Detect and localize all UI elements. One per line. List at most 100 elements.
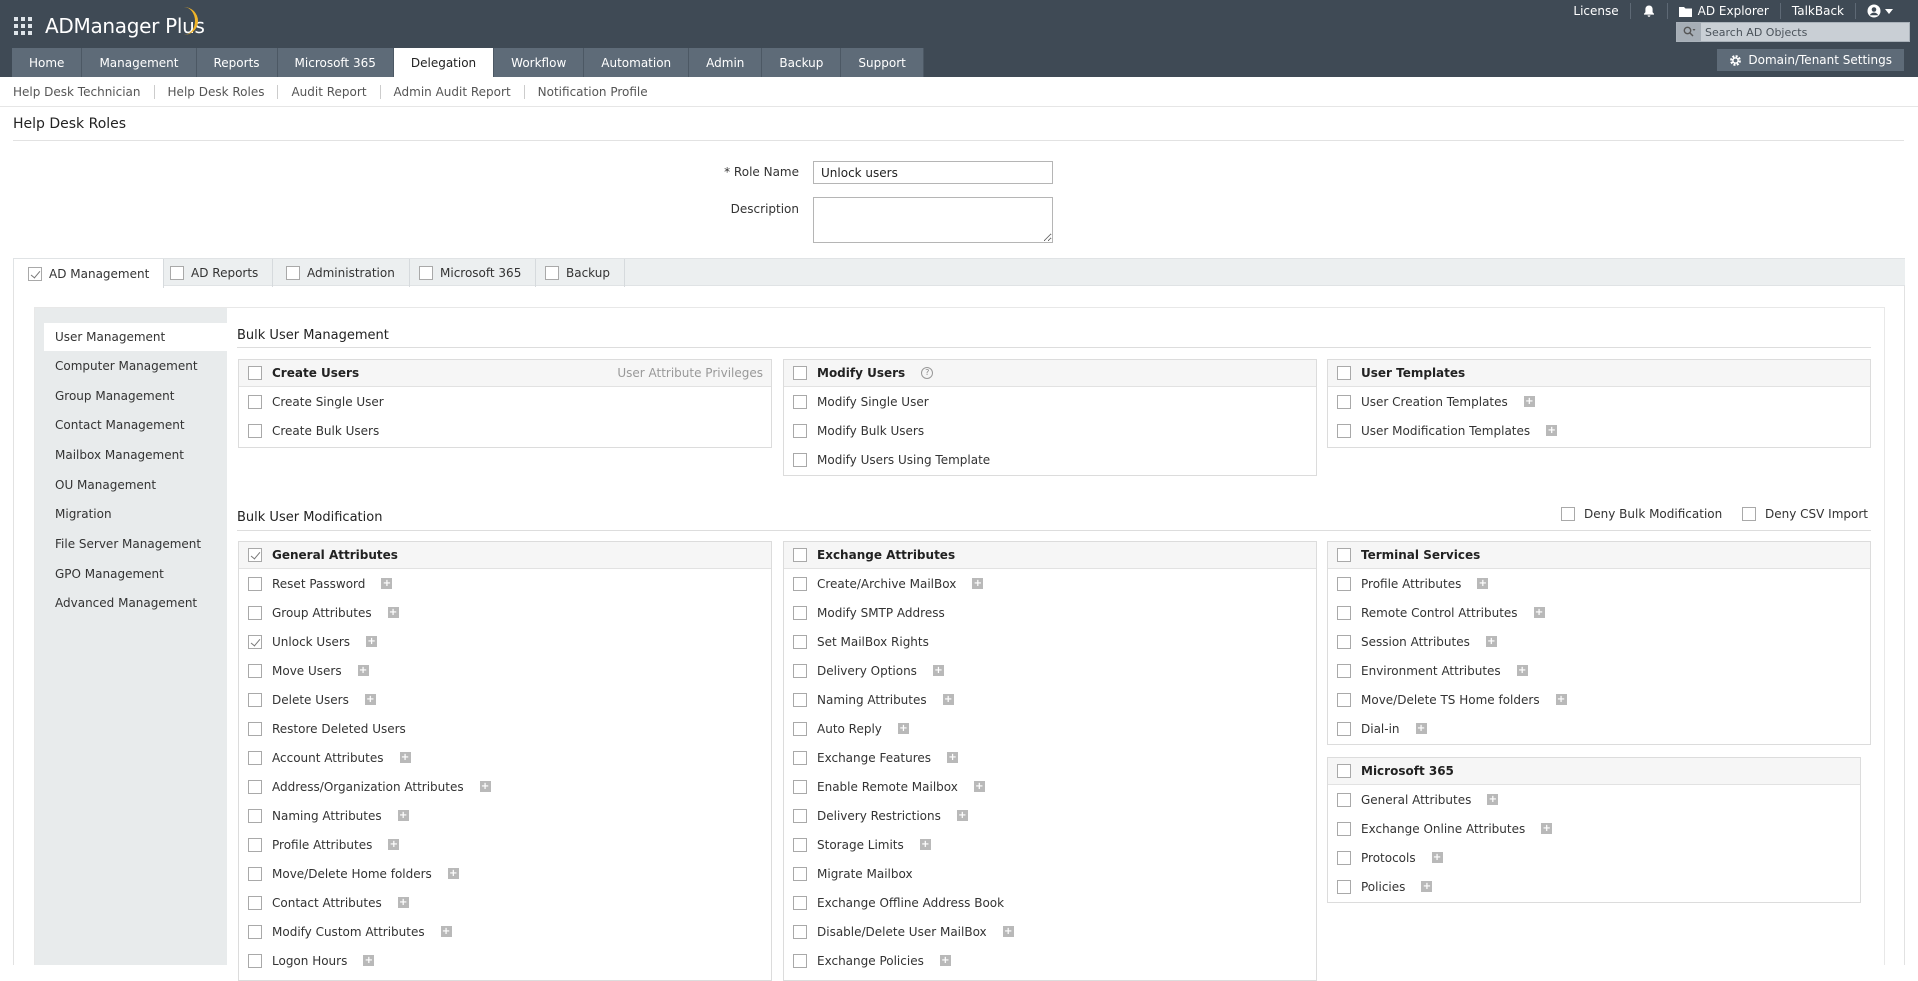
expand-plus-icon[interactable]: + xyxy=(1487,794,1499,805)
expand-plus-icon[interactable]: + xyxy=(973,781,985,792)
nav-tab-microsoft-365[interactable]: Microsoft 365 xyxy=(277,48,394,77)
expand-plus-icon[interactable]: + xyxy=(381,578,393,589)
checkbox[interactable] xyxy=(248,721,262,736)
checkbox[interactable] xyxy=(793,394,807,409)
checkbox[interactable] xyxy=(1337,721,1351,736)
deny-bulk-checkbox[interactable] xyxy=(1561,507,1575,521)
checkbox[interactable] xyxy=(1337,821,1351,836)
nav-tab-management[interactable]: Management xyxy=(82,48,197,77)
ad-management-checkbox[interactable] xyxy=(28,266,42,281)
expand-plus-icon[interactable]: + xyxy=(364,694,376,705)
expand-plus-icon[interactable]: + xyxy=(1533,607,1545,618)
deny-csv-import[interactable]: Deny CSV Import xyxy=(1742,507,1868,521)
expand-plus-icon[interactable]: + xyxy=(956,810,968,821)
checkbox[interactable] xyxy=(793,692,807,707)
user-attribute-privileges-link[interactable]: User Attribute Privileges xyxy=(617,366,763,380)
expand-plus-icon[interactable]: + xyxy=(1431,852,1443,863)
menu-gpo-management[interactable]: GPO Management xyxy=(35,559,227,589)
nav-tab-delegation[interactable]: Delegation xyxy=(393,48,495,77)
nav-tab-support[interactable]: Support xyxy=(841,48,924,77)
menu-mailbox-management[interactable]: Mailbox Management xyxy=(35,440,227,470)
expand-plus-icon[interactable]: + xyxy=(897,723,909,734)
expand-plus-icon[interactable]: + xyxy=(947,752,959,763)
checkbox[interactable] xyxy=(248,779,262,794)
menu-computer-management[interactable]: Computer Management xyxy=(35,351,227,381)
user-templates-checkbox[interactable] xyxy=(1337,366,1351,380)
expand-plus-icon[interactable]: + xyxy=(397,897,409,908)
license-link[interactable]: License xyxy=(1562,3,1629,19)
checkbox[interactable] xyxy=(1337,663,1351,678)
expand-plus-icon[interactable]: + xyxy=(399,752,411,763)
menu-file-server-management[interactable]: File Server Management xyxy=(35,529,227,559)
checkbox[interactable] xyxy=(793,779,807,794)
role-name-input[interactable] xyxy=(813,161,1053,184)
tab-administration[interactable]: Administration xyxy=(272,259,410,287)
tab-backup[interactable]: Backup xyxy=(531,259,625,287)
general-attributes-checkbox[interactable] xyxy=(248,548,262,562)
checkbox[interactable] xyxy=(1337,394,1351,409)
checkbox[interactable] xyxy=(793,953,807,968)
menu-migration[interactable]: Migration xyxy=(35,499,227,529)
expand-plus-icon[interactable]: + xyxy=(919,839,931,850)
checkbox[interactable] xyxy=(248,692,262,707)
menu-ou-management[interactable]: OU Management xyxy=(35,470,227,500)
backup-checkbox[interactable] xyxy=(545,266,559,280)
nav-tab-home[interactable]: Home xyxy=(12,48,83,77)
tab-microsoft-365[interactable]: Microsoft 365 xyxy=(405,259,537,287)
menu-contact-management[interactable]: Contact Management xyxy=(35,410,227,440)
checkbox[interactable] xyxy=(248,837,262,852)
checkbox[interactable] xyxy=(248,866,262,881)
checkbox[interactable] xyxy=(248,576,262,591)
help-icon[interactable]: ? xyxy=(921,367,934,379)
expand-plus-icon[interactable]: + xyxy=(366,636,378,647)
nav-tab-automation[interactable]: Automation xyxy=(584,48,690,77)
tab-ad-management[interactable]: AD Management xyxy=(13,259,165,288)
nav-tab-backup[interactable]: Backup xyxy=(762,48,842,77)
checkbox[interactable] xyxy=(1337,692,1351,707)
expand-plus-icon[interactable]: + xyxy=(1415,723,1427,734)
create-users-checkbox[interactable] xyxy=(248,366,262,380)
checkbox[interactable] xyxy=(793,423,807,438)
expand-plus-icon[interactable]: + xyxy=(387,607,399,618)
talkback-link[interactable]: TalkBack xyxy=(1779,3,1855,19)
notification-bell-icon[interactable] xyxy=(1629,3,1667,19)
checkbox[interactable] xyxy=(248,808,262,823)
menu-advanced-management[interactable]: Advanced Management xyxy=(35,589,227,619)
expand-plus-icon[interactable]: + xyxy=(1546,425,1558,436)
expand-plus-icon[interactable]: + xyxy=(357,665,369,676)
checkbox[interactable] xyxy=(248,605,262,620)
checkbox[interactable] xyxy=(793,866,807,881)
checkbox[interactable] xyxy=(248,895,262,910)
nav-tab-admin[interactable]: Admin xyxy=(689,48,763,77)
expand-plus-icon[interactable]: + xyxy=(440,926,452,937)
checkbox[interactable] xyxy=(1337,792,1351,807)
subnav-help-desk-technician[interactable]: Help Desk Technician xyxy=(0,85,154,99)
subnav-audit-report[interactable]: Audit Report xyxy=(277,85,379,99)
expand-plus-icon[interactable]: + xyxy=(447,868,459,879)
app-grid-icon[interactable] xyxy=(14,17,32,35)
expand-plus-icon[interactable]: + xyxy=(1421,881,1433,892)
checkbox[interactable] xyxy=(793,721,807,736)
microsoft-365-checkbox[interactable] xyxy=(419,266,433,280)
modify-users-checkbox[interactable] xyxy=(793,366,807,380)
checkbox[interactable] xyxy=(793,576,807,591)
menu-user-management[interactable]: User Management xyxy=(44,323,227,351)
menu-group-management[interactable]: Group Management xyxy=(35,381,227,411)
ad-explorer-link[interactable]: AD Explorer xyxy=(1666,3,1780,19)
nav-tab-workflow[interactable]: Workflow xyxy=(494,48,585,77)
checkbox[interactable] xyxy=(248,634,262,649)
checkbox[interactable] xyxy=(793,605,807,620)
expand-plus-icon[interactable]: + xyxy=(942,694,954,705)
expand-plus-icon[interactable]: + xyxy=(1485,636,1497,647)
ad-reports-checkbox[interactable] xyxy=(170,266,184,280)
checkbox[interactable] xyxy=(793,452,807,467)
expand-plus-icon[interactable]: + xyxy=(388,839,400,850)
checkbox[interactable] xyxy=(248,663,262,678)
description-textarea[interactable] xyxy=(813,197,1053,243)
expand-plus-icon[interactable]: + xyxy=(397,810,409,821)
expand-plus-icon[interactable]: + xyxy=(363,955,375,966)
tab-ad-reports[interactable]: AD Reports xyxy=(156,259,274,287)
expand-plus-icon[interactable]: + xyxy=(932,665,944,676)
checkbox[interactable] xyxy=(1337,879,1351,894)
checkbox[interactable] xyxy=(1337,576,1351,591)
